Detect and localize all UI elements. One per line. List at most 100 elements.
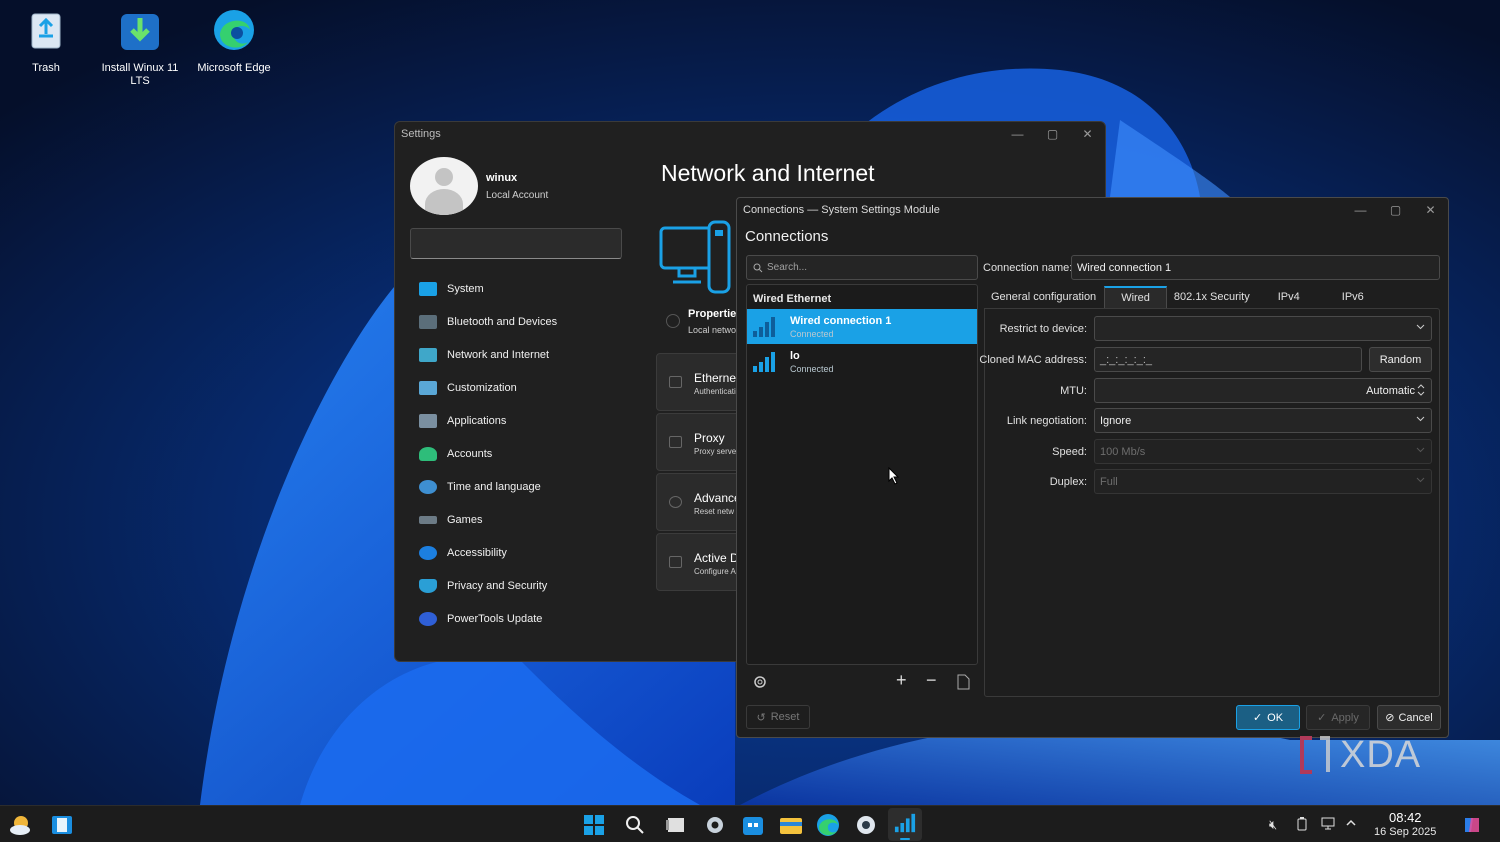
maximize-button[interactable]: ▢ bbox=[1378, 203, 1413, 217]
tab-ipv6[interactable]: IPv6 bbox=[1320, 286, 1372, 309]
speed-select: 100 Mb/s bbox=[1094, 439, 1432, 464]
nav-item-bluetooth[interactable]: Bluetooth and Devices bbox=[415, 305, 625, 338]
card-subtitle: Configure A bbox=[694, 567, 736, 576]
ethernet-icon bbox=[669, 376, 682, 388]
tab-ipv4[interactable]: IPv4 bbox=[1258, 286, 1320, 309]
network-signal-icon bbox=[753, 351, 775, 372]
nav-item-accessibility[interactable]: Accessibility bbox=[415, 536, 625, 569]
nav-item-powertools[interactable]: PowerTools Update bbox=[415, 602, 625, 635]
restrict-device-select[interactable] bbox=[1094, 316, 1432, 341]
settings-gear-icon[interactable] bbox=[702, 812, 728, 838]
nav-item-privacy[interactable]: Privacy and Security bbox=[415, 569, 625, 602]
cloned-mac-label: Cloned MAC address: bbox=[979, 354, 1087, 366]
account-type: Local Account bbox=[486, 189, 549, 201]
window-title: Connections — System Settings Module bbox=[743, 203, 940, 216]
start-menu-icon[interactable] bbox=[581, 812, 607, 838]
restrict-device-label: Restrict to device: bbox=[999, 323, 1087, 335]
add-connection-button[interactable]: + bbox=[896, 670, 907, 691]
info-icon bbox=[666, 314, 680, 328]
ok-button[interactable]: ✓ OK bbox=[1236, 705, 1300, 730]
connections-titlebar[interactable]: Connections — System Settings Module — ▢… bbox=[737, 198, 1448, 221]
nav-item-applications[interactable]: Applications bbox=[415, 404, 625, 437]
mtu-value: Automatic bbox=[1366, 385, 1415, 397]
settings-search-input[interactable] bbox=[410, 228, 622, 259]
card-ethernet[interactable]: Ethernet Authenticati bbox=[656, 353, 746, 411]
network-hero-icon bbox=[659, 220, 731, 294]
nav-item-network[interactable]: Network and Internet bbox=[415, 338, 625, 371]
cloned-mac-field[interactable]: _:_:_:_:_:_ bbox=[1094, 347, 1362, 372]
apps-icon bbox=[419, 413, 437, 428]
settings-titlebar[interactable]: Settings — ▢ ✕ bbox=[395, 122, 1105, 146]
mtu-spinbox[interactable]: Automatic bbox=[1094, 378, 1432, 403]
cancel-button[interactable]: ⊘ Cancel bbox=[1377, 705, 1441, 730]
search-icon bbox=[753, 263, 763, 272]
check-icon: ✓ bbox=[1317, 712, 1327, 724]
gear-icon[interactable] bbox=[752, 674, 768, 690]
nav-item-label: Games bbox=[447, 513, 483, 526]
list-item[interactable]: Wired connection 1 Connected bbox=[747, 309, 977, 344]
task-view-icon[interactable] bbox=[663, 812, 689, 838]
nav-item-games[interactable]: Games bbox=[415, 503, 625, 536]
export-icon[interactable] bbox=[956, 674, 970, 690]
minimize-button[interactable]: — bbox=[1343, 203, 1378, 217]
network-status-icon[interactable] bbox=[1321, 817, 1335, 830]
nav-item-customization[interactable]: Customization bbox=[415, 371, 625, 404]
card-advanced[interactable]: Advance Reset netw bbox=[656, 473, 746, 531]
directory-icon bbox=[669, 556, 682, 568]
store-icon[interactable] bbox=[740, 812, 766, 838]
connection-name-field[interactable]: Wired connection 1 bbox=[1071, 255, 1440, 280]
spin-arrows-icon[interactable] bbox=[1417, 384, 1425, 396]
chevron-up-icon[interactable] bbox=[1345, 817, 1357, 829]
list-item[interactable]: lo Connected bbox=[747, 344, 977, 379]
card-title: Advance bbox=[694, 491, 741, 505]
nav-item-accounts[interactable]: Accounts bbox=[415, 437, 625, 470]
weather-icon[interactable] bbox=[8, 812, 34, 838]
user-profile[interactable]: winux Local Account bbox=[410, 157, 548, 215]
tab-general-configuration[interactable]: General configuration bbox=[984, 286, 1104, 309]
battery-icon[interactable] bbox=[1297, 817, 1307, 831]
volume-muted-icon[interactable]: 🔇︎ bbox=[1269, 817, 1277, 833]
close-button[interactable]: ✕ bbox=[1413, 203, 1448, 217]
apply-button[interactable]: ✓ Apply bbox=[1306, 705, 1370, 730]
edge-browser-icon[interactable] bbox=[815, 812, 841, 838]
random-mac-button[interactable]: Random bbox=[1369, 347, 1432, 372]
system-settings-icon[interactable] bbox=[853, 812, 879, 838]
tab-wired[interactable]: Wired bbox=[1104, 286, 1167, 309]
copilot-icon[interactable] bbox=[1461, 814, 1483, 836]
card-proxy[interactable]: Proxy Proxy serve bbox=[656, 413, 746, 471]
ok-label: OK bbox=[1267, 711, 1284, 724]
nav-item-label: Accessibility bbox=[447, 546, 507, 559]
search-icon[interactable] bbox=[622, 812, 648, 838]
connections-search-input[interactable]: Search... bbox=[746, 255, 978, 280]
minimize-button[interactable]: — bbox=[1000, 127, 1035, 141]
desktop-icon-trash[interactable]: Trash bbox=[1, 8, 91, 75]
network-signal-icon bbox=[894, 813, 916, 833]
desktop-icon-edge[interactable]: Microsoft Edge bbox=[189, 8, 279, 75]
check-icon: ✓ bbox=[1252, 712, 1263, 724]
nav-item-time-language[interactable]: Time and language bbox=[415, 470, 625, 503]
speed-value: 100 Mb/s bbox=[1100, 446, 1146, 458]
widgets-icon[interactable] bbox=[49, 812, 75, 838]
desktop-icon-install-winux[interactable]: Install Winux 11 LTS bbox=[95, 8, 185, 88]
search-placeholder: Search... bbox=[767, 262, 808, 273]
nav-item-label: System bbox=[447, 282, 484, 295]
link-negotiation-select[interactable]: Ignore bbox=[1094, 408, 1432, 433]
clock-time[interactable]: 08:42 bbox=[1389, 810, 1422, 825]
tab-8021x-security[interactable]: 802.1x Security bbox=[1167, 286, 1258, 309]
cancel-icon: ⊘ bbox=[1385, 712, 1395, 724]
taskbar-active-app[interactable] bbox=[888, 808, 922, 841]
duplex-value: Full bbox=[1100, 476, 1118, 488]
file-explorer-icon[interactable] bbox=[778, 812, 804, 838]
nav-item-label: PowerTools Update bbox=[447, 612, 543, 625]
reset-button[interactable]: ↺ Reset bbox=[746, 705, 810, 729]
active-indicator bbox=[900, 838, 910, 840]
clock-date[interactable]: 16 Sep 2025 bbox=[1374, 826, 1436, 838]
mouse-cursor-icon bbox=[888, 467, 900, 485]
remove-connection-button[interactable]: − bbox=[926, 670, 937, 691]
nav-item-system[interactable]: System bbox=[415, 272, 625, 305]
duplex-row: Duplex: Full bbox=[985, 469, 1441, 495]
card-active-directory[interactable]: Active D Configure A bbox=[656, 533, 746, 591]
close-button[interactable]: ✕ bbox=[1070, 127, 1105, 141]
maximize-button[interactable]: ▢ bbox=[1035, 127, 1070, 141]
duplex-label: Duplex: bbox=[1049, 476, 1087, 488]
